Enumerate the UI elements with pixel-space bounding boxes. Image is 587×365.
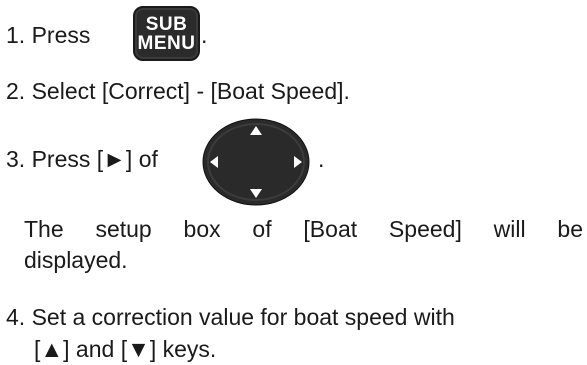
step-2-text: 2. Select [Correct] - [Boat Speed]. xyxy=(6,78,350,104)
sub-menu-key-icon: SUB MENU xyxy=(133,6,200,61)
step-1-prefix: 1. Press xyxy=(6,22,91,48)
sub-menu-key-label-bottom: MENU xyxy=(137,32,196,54)
sub-menu-key-label-top: SUB xyxy=(145,13,188,35)
step-3-prefix: 3. Press [►] of xyxy=(6,146,158,172)
step-4-line-1: 4. Set a correction value for boat speed… xyxy=(6,304,455,330)
step-1-text: 1. Press xyxy=(6,22,90,49)
cursor-pad-icon xyxy=(202,118,310,206)
step-3-note-line-2: displayed. xyxy=(24,247,128,273)
step-3-suffix: . xyxy=(318,146,325,172)
step-4-line-2: [▲] and [▼] keys. xyxy=(34,336,217,362)
step-3-note-line-1: The setup box of [Boat Speed] will be xyxy=(24,216,583,242)
step-1-suffix: . xyxy=(201,22,208,48)
